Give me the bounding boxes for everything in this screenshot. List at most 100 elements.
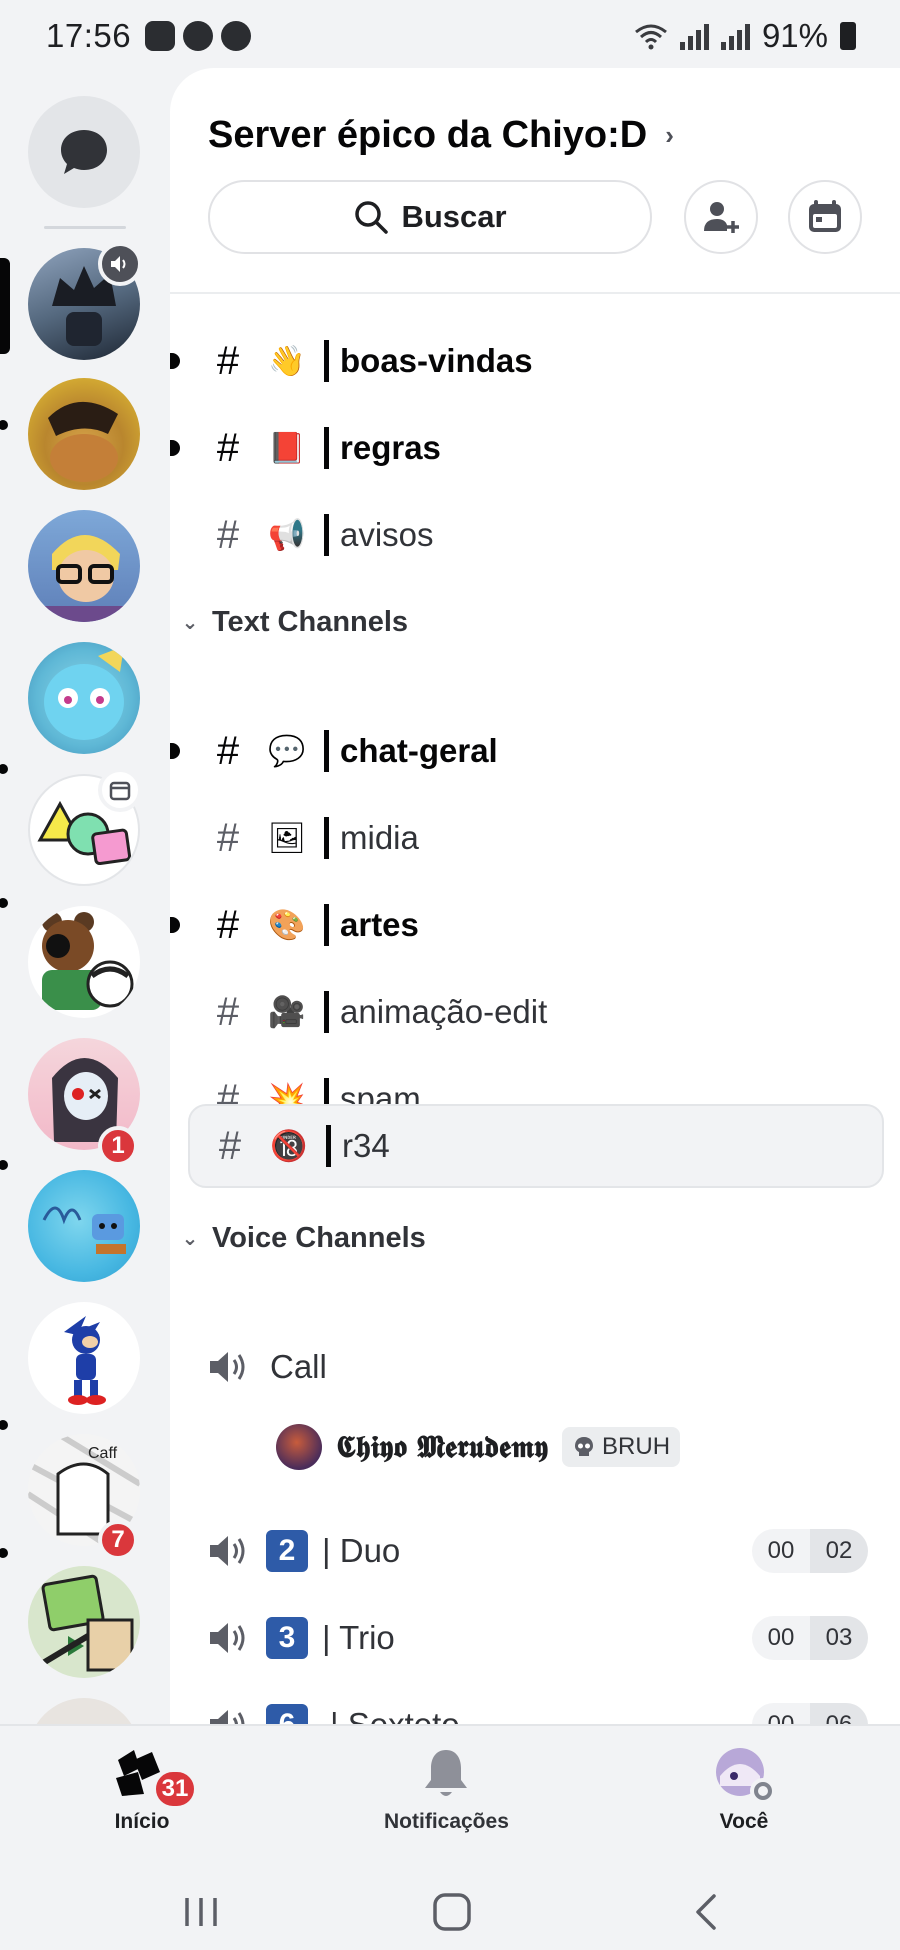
chevron-right-icon: › xyxy=(665,120,674,150)
text-channel-icon: # xyxy=(216,728,240,773)
text-channel-icon: # xyxy=(216,512,240,557)
text-channel-icon: # xyxy=(216,989,240,1034)
server-unread-indicator xyxy=(0,898,8,908)
search-button[interactable]: Buscar xyxy=(208,180,652,254)
voice-channel-sexteto[interactable]: 6 | Sexteto 0006 xyxy=(170,1690,900,1724)
channel-midia[interactable]: # 🖼 midia xyxy=(170,803,900,873)
server-icon[interactable] xyxy=(28,510,140,622)
text-channel-icon: # xyxy=(216,815,240,860)
voice-channel-trio[interactable]: 3 | Trio 00 03 xyxy=(170,1603,900,1673)
server-unread-indicator xyxy=(0,1420,8,1430)
member-tag: BRUH xyxy=(562,1427,681,1467)
calendar-icon xyxy=(809,200,841,232)
channel-separator-bar xyxy=(324,340,329,382)
voice-member[interactable]: 𝕮𝖍𝖎𝖞𝖔 𝕸𝖊𝖗𝖚𝖉𝖊𝖒𝖞 BRUH xyxy=(276,1424,681,1470)
recent-apps-button[interactable] xyxy=(182,1894,220,1930)
speech-bubble-emoji: 💬 xyxy=(268,734,306,768)
channel-animacao-edit[interactable]: # 🎥 animação-edit xyxy=(170,977,900,1047)
user-limit-badge: 00 02 xyxy=(752,1529,868,1573)
add-user-icon xyxy=(704,202,739,233)
keycap-number: 3 xyxy=(266,1617,308,1659)
red-book-emoji: 📕 xyxy=(268,431,306,465)
avatar xyxy=(714,1746,776,1804)
server-unread-indicator xyxy=(0,420,8,430)
battery-icon xyxy=(840,22,856,50)
whatsapp-icon xyxy=(221,21,252,51)
server-icon[interactable] xyxy=(28,906,140,1018)
voice-channel-call[interactable]: Call xyxy=(170,1332,900,1402)
category-text-channels[interactable]: ⌄ Text Channels xyxy=(180,606,408,639)
unread-indicator xyxy=(170,743,180,759)
server-rail: 1 Caff 7 xyxy=(0,72,170,1724)
server-icon[interactable] xyxy=(28,642,140,754)
tab-notifications[interactable]: Notificações xyxy=(384,1746,509,1834)
server-icon[interactable] xyxy=(28,1302,140,1414)
signal-icon-2 xyxy=(720,22,750,50)
voice-channel-name: Call xyxy=(270,1348,327,1385)
speaker-icon xyxy=(210,1536,245,1566)
header-divider xyxy=(170,292,900,294)
channel-name: chat-geral xyxy=(340,732,498,769)
server-icon[interactable] xyxy=(28,1698,140,1724)
home-nav-button[interactable] xyxy=(432,1892,472,1932)
unread-indicator xyxy=(170,917,180,933)
bell-icon xyxy=(425,1750,468,1796)
channel-separator-bar xyxy=(324,514,329,556)
calendar-event-icon xyxy=(98,768,142,812)
invite-members-button[interactable] xyxy=(684,180,758,254)
svg-text:Caff: Caff xyxy=(88,1445,118,1462)
server-unread-indicator xyxy=(0,1160,8,1170)
palette-emoji: 🎨 xyxy=(268,908,306,942)
avatar xyxy=(276,1424,322,1470)
server-mention-badge: 1 xyxy=(98,1126,138,1166)
wifi-icon xyxy=(635,24,667,50)
channel-chat-geral[interactable]: # 💬 chat-geral xyxy=(170,716,900,786)
rail-separator xyxy=(44,226,126,229)
user-limit-badge: 00 03 xyxy=(752,1616,868,1660)
direct-messages-button[interactable] xyxy=(28,96,140,208)
chevron-down-icon: ⌄ xyxy=(181,612,199,634)
tab-you[interactable]: Você xyxy=(714,1746,776,1834)
server-icon[interactable] xyxy=(28,1566,140,1678)
server-unread-indicator xyxy=(0,764,8,774)
server-icon[interactable] xyxy=(28,1170,140,1282)
member-name: 𝕮𝖍𝖎𝖞𝖔 𝕸𝖊𝖗𝖚𝖉𝖊𝖒𝖞 xyxy=(336,1429,549,1465)
channel-name: r34 xyxy=(342,1127,390,1164)
channel-name: midia xyxy=(340,819,419,856)
channel-separator-bar xyxy=(324,730,329,772)
speaker-icon xyxy=(210,1710,245,1724)
channel-name: regras xyxy=(340,429,441,466)
youtube-icon xyxy=(145,21,176,51)
text-channel-icon: # xyxy=(216,425,240,470)
chat-bubble-icon xyxy=(61,130,107,174)
speaker-icon xyxy=(210,1623,245,1653)
chevron-down-icon: ⌄ xyxy=(181,1228,199,1250)
category-voice-channels[interactable]: ⌄ Voice Channels xyxy=(180,1222,426,1255)
channel-separator-bar xyxy=(326,1125,331,1167)
channel-regras[interactable]: # 📕 regras xyxy=(170,413,900,483)
voice-channel-duo[interactable]: 2 | Duo 00 02 xyxy=(170,1516,900,1586)
back-button[interactable] xyxy=(690,1892,720,1932)
tab-home[interactable]: 31 Início xyxy=(112,1746,198,1834)
waving-hand-emoji: 👋 xyxy=(268,344,306,378)
system-nav-bar xyxy=(0,1874,900,1950)
server-mention-badge: 7 xyxy=(98,1520,138,1560)
events-button[interactable] xyxy=(788,180,862,254)
text-channel-icon: # xyxy=(216,338,240,383)
channel-boas-vindas[interactable]: # 👋 boas-vindas xyxy=(170,326,900,396)
channel-r34[interactable]: # 🔞 r34 xyxy=(188,1104,884,1188)
server-unread-indicator xyxy=(0,1548,8,1558)
keycap-number: 6 xyxy=(266,1704,308,1724)
channel-avisos[interactable]: # 📢 avisos xyxy=(170,500,900,570)
nsfw-channel-icon: # xyxy=(218,1123,242,1168)
channel-name: avisos xyxy=(340,516,434,553)
channel-separator-bar xyxy=(324,427,329,469)
server-name[interactable]: Server épico da Chiyo:D › xyxy=(208,114,674,157)
status-bar: 17:56 91% xyxy=(0,0,900,72)
notification-icons xyxy=(145,21,252,51)
channel-artes[interactable]: # 🎨 artes xyxy=(170,890,900,960)
server-icon[interactable] xyxy=(28,378,140,490)
status-time: 17:56 xyxy=(46,17,132,54)
facebook-icon xyxy=(183,21,214,51)
megaphone-emoji: 📢 xyxy=(268,518,306,552)
